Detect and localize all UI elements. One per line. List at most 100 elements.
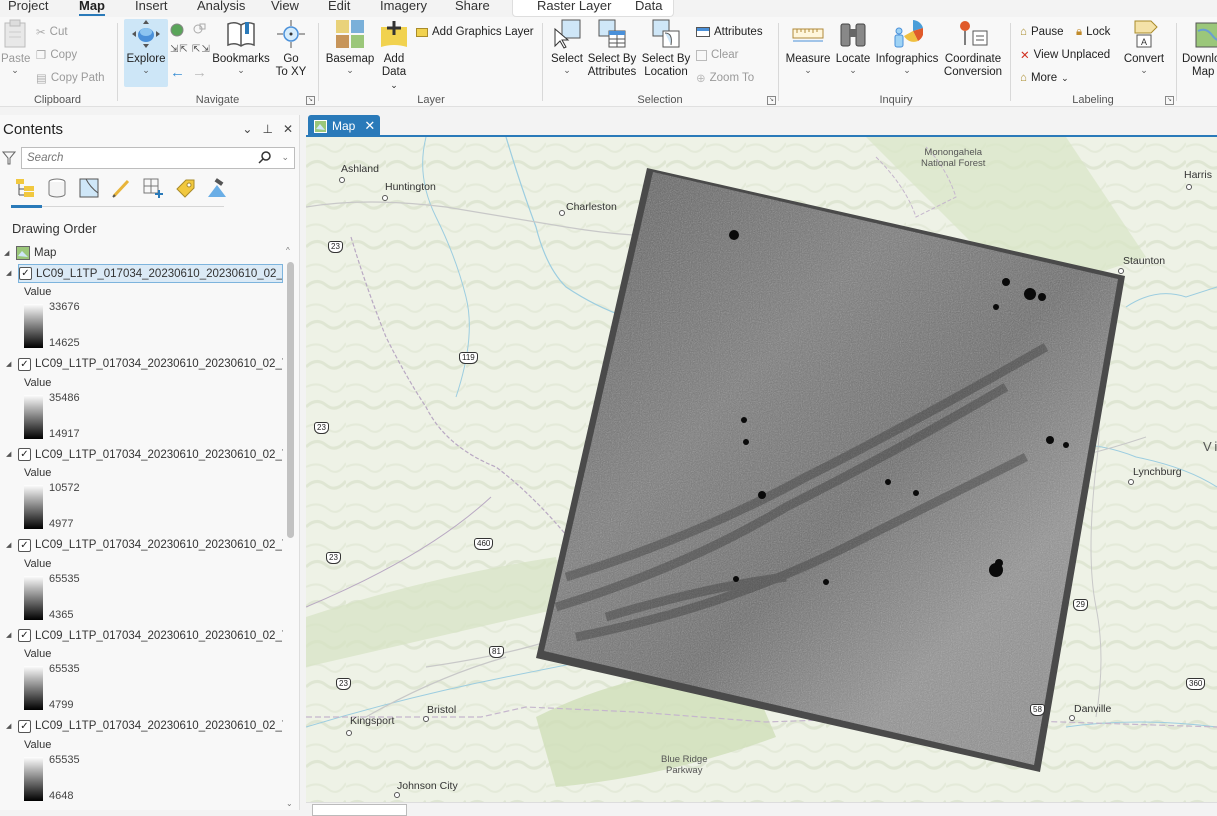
view-unplaced-button[interactable]: ✕ View Unplaced [1020, 46, 1110, 64]
copy-button[interactable]: ❐ Copy [36, 46, 77, 64]
list-by-drawing-order-icon[interactable] [14, 177, 36, 199]
ribbon: Paste ⌄ ✂ Cut ❐ Copy ▤ Copy Path Clipboard … [0, 17, 1217, 107]
contents-scrollbar[interactable]: ^ ⌄ [285, 244, 296, 810]
collapse-triangle-icon[interactable]: ◢ [6, 360, 14, 368]
layer-item: ◢ ✓ LC09_L1TP_017034_20230610_20230610_02_… [0, 445, 286, 535]
collapse-triangle-icon[interactable]: ◢ [6, 631, 14, 639]
scale-input[interactable] [312, 804, 407, 816]
full-extent-icon[interactable] [170, 23, 184, 37]
scroll-up-icon[interactable]: ^ [286, 246, 290, 255]
color-ramp-swatch [24, 394, 43, 439]
tab-raster-layer[interactable]: Raster Layer [537, 0, 611, 13]
drawing-order-heading: Drawing Order [12, 221, 97, 236]
list-by-snapping-icon[interactable] [142, 177, 164, 199]
tab-analysis[interactable]: Analysis [197, 0, 245, 13]
layer-item: ◢ ✓ LC09_L1TP_017034_20230610_20230610_02_… [0, 626, 286, 716]
select-by-attributes-button[interactable]: Select By Attributes [586, 19, 638, 79]
clear-button[interactable]: Clear [696, 46, 738, 64]
next-extent-icon[interactable]: → [192, 64, 207, 81]
coordinate-conversion-button[interactable]: Coordinate Conversion [940, 19, 1006, 79]
layer-row[interactable]: ✓ LC09_L1TP_017034_20230610_20230610_02_T… [18, 536, 283, 555]
download-map-button[interactable]: Download Map [1182, 19, 1217, 79]
more-labeling-button[interactable]: ⌂ More ⌄ [1020, 69, 1069, 87]
tab-insert[interactable]: Insert [135, 0, 168, 13]
layer-visibility-checkbox[interactable]: ✓ [18, 538, 31, 552]
legend-high-value: 65535 [49, 663, 80, 675]
cut-button[interactable]: ✂ Cut [36, 23, 68, 41]
scrollbar-thumb[interactable] [287, 262, 294, 538]
paste-button[interactable]: Paste ⌄ [1, 19, 30, 75]
close-icon[interactable]: ✕ [283, 122, 293, 136]
layer-visibility-checkbox[interactable]: ✓ [19, 267, 32, 280]
lock-labeling-button[interactable]: 🔒︎ Lock [1076, 23, 1110, 41]
collapse-triangle-icon[interactable]: ◢ [6, 450, 14, 458]
add-graphics-layer-button[interactable]: Add Graphics Layer [416, 23, 534, 41]
zoom-to-button[interactable]: ⊕ Zoom To [696, 69, 754, 87]
layer-row[interactable]: ✓ LC09_L1TP_017034_20230610_20230610_02_T… [18, 355, 283, 374]
go-to-xy-button[interactable]: Go To XY [273, 19, 309, 79]
list-by-data-source-icon[interactable] [46, 177, 68, 199]
labeling-launcher-icon[interactable]: ↘ [1165, 96, 1174, 105]
collapse-triangle-icon[interactable]: ◢ [6, 722, 14, 730]
layer-row[interactable]: ✓ LC09_L1TP_017034_20230610_20230610_02_T… [18, 445, 283, 464]
layer-visibility-checkbox[interactable]: ✓ [18, 719, 31, 733]
tab-project[interactable]: Project [8, 0, 48, 13]
select-button[interactable]: Select ⌄ [548, 19, 586, 75]
selection-launcher-icon[interactable]: ↘ [767, 96, 776, 105]
layer-visibility-checkbox[interactable]: ✓ [18, 629, 31, 642]
explore-button[interactable]: Explore ⌄ [124, 19, 168, 75]
convert-button[interactable]: A Convert ⌄ [1122, 19, 1166, 75]
basemap-button[interactable]: Basemap ⌄ [324, 19, 376, 75]
tab-edit[interactable]: Edit [328, 0, 350, 13]
pause-labeling-button[interactable]: ⌂ Pause [1020, 23, 1064, 41]
attributes-button[interactable]: Attributes [696, 23, 763, 41]
measure-button[interactable]: Measure ⌄ [784, 19, 832, 75]
layer-row[interactable]: ✓ LC09_L1TP_017034_20230610_20230610_02_T… [18, 264, 283, 283]
list-by-labeling-icon[interactable] [174, 177, 196, 199]
go-to-xy-label-1: Go [283, 53, 299, 65]
navigate-launcher-icon[interactable]: ↘ [306, 96, 315, 105]
tab-share[interactable]: Share [455, 0, 490, 13]
locate-button[interactable]: Locate ⌄ [834, 19, 872, 75]
tab-view[interactable]: View [271, 0, 299, 13]
tab-map[interactable]: Map [79, 0, 105, 16]
place-label: Harris [1184, 169, 1212, 181]
select-by-location-button[interactable]: Select By Location [640, 19, 692, 79]
filter-icon[interactable] [2, 150, 16, 166]
layer-item: ◢ ✓ LC09_L1TP_017034_20230610_20230610_02_… [0, 717, 286, 807]
infographics-button[interactable]: Infographics ⌄ [874, 19, 940, 75]
search-icon[interactable] [258, 151, 271, 164]
legend-title: Value [24, 557, 52, 570]
layer-visibility-checkbox[interactable]: ✓ [18, 357, 31, 371]
layer-row[interactable]: ✓ LC09_L1TP_017034_20230610_20230610_02_T… [18, 717, 283, 736]
pane-options-chevron-icon[interactable]: ⌄ [242, 122, 252, 136]
list-by-perspective-imagery-icon[interactable] [206, 177, 228, 199]
add-data-button[interactable]: Add Data ⌄ [378, 19, 410, 92]
group-layer: Basemap ⌄ Add Data ⌄ Add Graphics Layer … [320, 17, 542, 107]
list-by-selection-icon[interactable] [78, 177, 100, 199]
fixed-zoom-out-icon[interactable]: ⇱⇲ [192, 44, 211, 55]
bookmarks-button[interactable]: Bookmarks ⌄ [212, 19, 270, 75]
zoom-to-selection-icon[interactable] [192, 23, 206, 37]
collapse-triangle-icon[interactable]: ◢ [6, 269, 14, 277]
map-node[interactable]: ◢ Map [4, 246, 56, 260]
search-input[interactable] [22, 149, 252, 167]
map-view-tab[interactable]: Map ✕ [308, 115, 380, 137]
collapse-triangle-icon[interactable]: ◢ [6, 541, 14, 549]
list-by-editing-icon[interactable] [110, 177, 132, 199]
tab-imagery[interactable]: Imagery [380, 0, 427, 13]
collapse-triangle-icon[interactable]: ◢ [4, 249, 12, 257]
copy-path-button[interactable]: ▤ Copy Path [36, 69, 105, 87]
previous-extent-icon[interactable]: ← [170, 64, 185, 81]
search-options-chevron-icon[interactable]: ⌄ [281, 152, 289, 163]
separator [778, 23, 779, 101]
tab-data[interactable]: Data [635, 0, 662, 13]
copy-icon: ❐ [36, 50, 47, 62]
layer-visibility-checkbox[interactable]: ✓ [18, 448, 31, 461]
pin-icon[interactable]: ⊥ [262, 122, 272, 136]
fixed-zoom-in-icon[interactable]: ⇲⇱ [170, 44, 189, 55]
layer-row[interactable]: ✓ LC09_L1TP_017034_20230610_20230610_02_T… [18, 626, 283, 645]
close-map-tab-icon[interactable]: ✕ [364, 118, 375, 134]
scroll-down-icon[interactable]: ⌄ [286, 799, 293, 808]
map-canvas[interactable]: Ashland Huntington Charleston Monongahel… [306, 137, 1217, 802]
